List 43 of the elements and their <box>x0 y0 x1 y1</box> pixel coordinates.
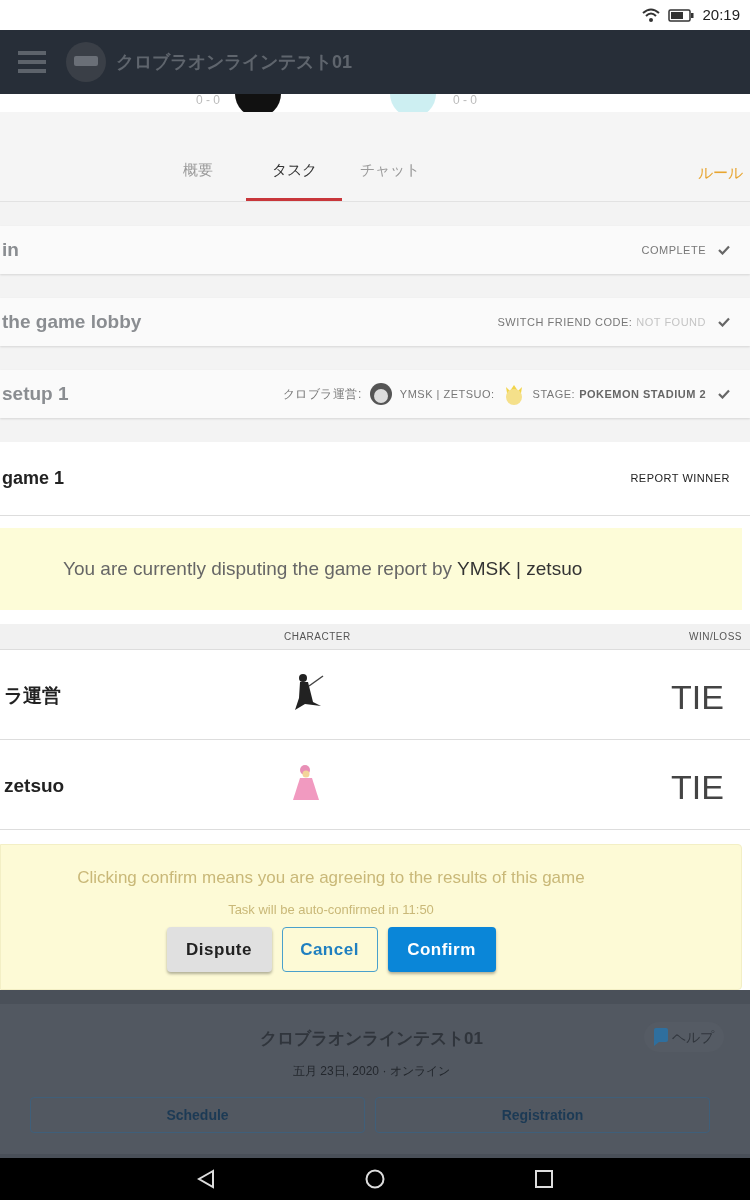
character-icon <box>367 381 394 407</box>
task-status: COMPLETE <box>641 242 706 258</box>
chat-icon <box>654 1028 668 1046</box>
team-avatar <box>390 94 436 112</box>
task-title: the game lobby <box>2 309 142 334</box>
friend-code-label: SWITCH FRIEND CODE: <box>497 314 633 330</box>
wifi-icon <box>642 8 661 22</box>
tab[interactable]: 概要 <box>150 143 246 201</box>
battery-icon <box>668 8 695 22</box>
column-header: CHARACTER <box>284 630 351 644</box>
confirm-button[interactable]: Confirm <box>387 927 496 972</box>
task-card[interactable]: in COMPLETE <box>0 226 750 274</box>
result-text: TIE <box>671 677 724 718</box>
back-icon <box>197 1169 215 1189</box>
report-winner-button[interactable]: REPORT WINNER <box>630 470 730 487</box>
confirm-message: Clicking confirm means you are agreeing to the results of this game <box>77 867 585 889</box>
dispute-button[interactable]: Dispute <box>166 927 272 972</box>
task-card[interactable]: setup 1 クロブラ運営: YMSK | ZETSUO: STAGE: POKEMON STADIUM 2 <box>0 370 750 418</box>
dispute-message: You are currently disputing the game report by YMSK | zetsuo <box>63 556 583 581</box>
task-title: in <box>2 237 19 262</box>
player-label: YMSK | ZETSUO: <box>399 386 495 402</box>
score-text: 0 - 0 <box>453 94 477 109</box>
player-name: zetsuo <box>4 774 65 798</box>
game-title: game 1 <box>2 467 65 490</box>
task-title: setup 1 <box>2 381 69 406</box>
column-header: WIN/LOSS <box>689 630 742 644</box>
player-name: ラ運営 <box>4 684 61 708</box>
clock-time: 20:19 <box>702 4 740 25</box>
home-icon <box>365 1169 385 1189</box>
result-text: TIE <box>671 767 724 808</box>
tab[interactable]: チャット <box>342 143 438 201</box>
team-avatar <box>235 94 281 112</box>
player-label: クロブラ運営: <box>282 386 362 403</box>
score-text: 0 - 0 <box>196 94 220 109</box>
stage-name: POKEMON STADIUM 2 <box>579 386 706 402</box>
page-title: クロブラオンラインテスト01 <box>116 50 353 74</box>
tab[interactable]: タスク <box>246 143 342 201</box>
recents-icon <box>535 1170 553 1188</box>
menu-icon <box>18 51 46 73</box>
cancel-button[interactable]: Cancel <box>281 927 378 972</box>
logo-icon <box>66 42 106 82</box>
stage-label: STAGE: <box>532 386 576 402</box>
countdown-text: Task will be auto-confirmed in 11:50 <box>228 900 434 919</box>
